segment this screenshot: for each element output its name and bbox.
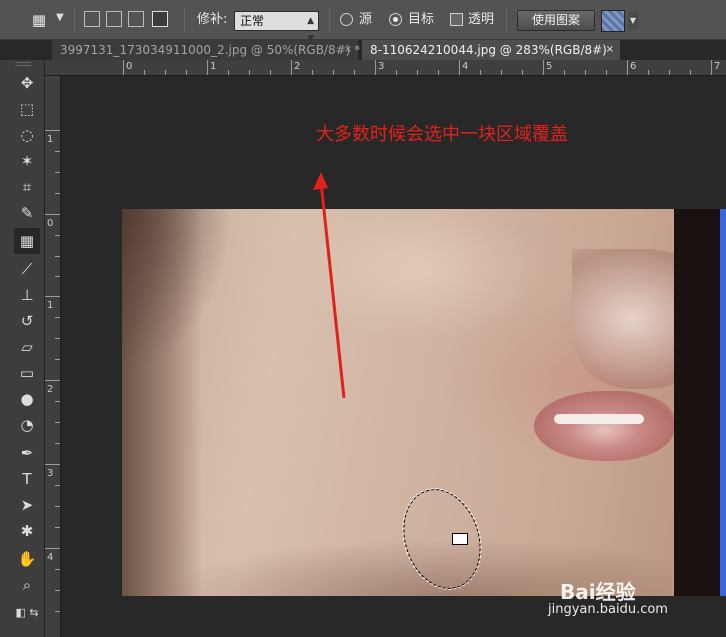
document-tab-bar: 3997131_173034911000_2.jpg @ 50%(RGB/8#)… — [0, 40, 726, 60]
source-radio[interactable] — [340, 13, 353, 26]
close-icon[interactable]: × — [344, 40, 352, 60]
ruler-label: 4 — [462, 61, 469, 72]
lasso-tool-icon[interactable]: ◌ — [14, 122, 40, 148]
gradient-tool-icon[interactable]: ▭ — [14, 360, 40, 386]
crop-tool-icon[interactable]: ⌗ — [14, 174, 40, 200]
ruler-tick — [45, 464, 60, 465]
ruler-tick — [375, 60, 376, 75]
add-to-selection-button[interactable] — [106, 11, 122, 27]
vertical-ruler: 1 0 1 2 3 4 — [45, 76, 61, 637]
hand-tool-icon[interactable]: ✋ — [14, 546, 40, 572]
document-canvas[interactable] — [61, 76, 726, 637]
move-tool-icon[interactable]: ✥ — [14, 70, 40, 96]
ruler-tick — [45, 130, 60, 131]
path-selection-tool-icon[interactable]: ➤ — [14, 492, 40, 518]
marquee-tool-icon[interactable]: ⬚ — [14, 96, 40, 122]
ruler-label: 3 — [47, 468, 54, 479]
divider — [506, 8, 507, 32]
transparent-checkbox[interactable] — [450, 13, 463, 26]
ruler-tick — [45, 548, 60, 549]
destination-radio[interactable] — [389, 13, 402, 26]
intersect-selection-button[interactable] — [152, 11, 168, 27]
type-tool-icon[interactable]: T — [14, 466, 40, 492]
ruler-tick — [459, 60, 460, 75]
divider — [184, 8, 185, 32]
ruler-tick — [45, 380, 60, 381]
patch-label: 修补: — [197, 12, 228, 27]
transparent-label: 透明 — [468, 12, 495, 27]
ruler-label: 0 — [47, 218, 54, 229]
photoshop-window: ▦ ▼ 修补: 正常 ▲ ▼ 源 目标 透明 使用图案 ▼ 3997131_173… — [0, 0, 726, 637]
divider — [329, 8, 330, 32]
ruler-label: 1 — [47, 300, 54, 311]
source-label: 源 — [359, 12, 373, 27]
ruler-label: 7 — [714, 61, 721, 72]
patch-mode-value: 正常 — [240, 14, 265, 28]
brush-tool-icon[interactable]: ⟋ — [14, 256, 40, 282]
ruler-label: 4 — [47, 552, 54, 563]
clone-stamp-tool-icon[interactable]: ⊥ — [14, 282, 40, 308]
pattern-picker-swatch[interactable] — [601, 10, 625, 32]
toolbox-grip[interactable] — [15, 62, 31, 66]
color-swatches-icon[interactable]: ◧ ⇆ — [14, 600, 40, 626]
document-tab-active[interactable]: 8-110624210044.jpg @ 283%(RGB/8#) × — [362, 40, 620, 60]
annotation-arrow-head — [313, 172, 328, 190]
ruler-label: 1 — [210, 61, 217, 72]
ruler-label: 2 — [47, 384, 54, 395]
ruler-label: 2 — [294, 61, 301, 72]
patch-tool-icon[interactable]: ▦ — [14, 228, 40, 254]
toolbox: ✥ ⬚ ◌ ✶ ⌗ ✎ ▦ ⟋ ⊥ ↺ ▱ ▭ ● ◔ ✒ T ➤ ✱ ✋ ⌕ … — [0, 60, 45, 637]
close-icon[interactable]: × — [606, 40, 614, 60]
use-pattern-button[interactable]: 使用图案 — [517, 10, 595, 31]
pen-tool-icon[interactable]: ✒ — [14, 440, 40, 466]
ruler-label: 1 — [47, 134, 54, 145]
history-brush-tool-icon[interactable]: ↺ — [14, 308, 40, 334]
new-selection-button[interactable] — [84, 11, 100, 27]
destination-label: 目标 — [408, 12, 435, 27]
ruler-tick — [711, 60, 712, 75]
dodge-tool-icon[interactable]: ◔ — [14, 412, 40, 438]
annotation-arrow — [313, 172, 346, 399]
ruler-tick — [207, 60, 208, 75]
quick-selection-tool-icon[interactable]: ✶ — [14, 148, 40, 174]
patch-tool-icon[interactable]: ▦ — [28, 10, 50, 30]
ruler-tick — [45, 296, 60, 297]
tab-label: 8-110624210044.jpg @ 283%(RGB/8#) — [370, 43, 607, 57]
divider — [74, 8, 75, 32]
subtract-from-selection-button[interactable] — [128, 11, 144, 27]
baidu-watermark-brand: Bai经验 — [560, 580, 636, 604]
ruler-tick — [627, 60, 628, 75]
baidu-watermark-url: jingyan.baidu.com — [548, 602, 668, 617]
eyedropper-tool-icon[interactable]: ✎ — [14, 200, 40, 226]
horizontal-ruler: 0 1 2 3 4 5 6 7 — [45, 60, 726, 76]
annotation-arrow-shaft — [319, 181, 346, 399]
tool-preset-dropdown-icon[interactable]: ▼ — [56, 12, 64, 23]
ruler-label: 5 — [546, 61, 553, 72]
ruler-label: 0 — [126, 61, 133, 72]
ruler-label: 6 — [630, 61, 637, 72]
tab-label: 3997131_173034911000_2.jpg @ 50%(RGB/8#)… — [60, 43, 361, 57]
patch-mode-select[interactable]: 正常 ▲ ▼ — [234, 11, 319, 44]
ruler-tick — [123, 60, 124, 75]
blur-tool-icon[interactable]: ● — [14, 386, 40, 412]
document-tab[interactable]: 3997131_173034911000_2.jpg @ 50%(RGB/8#)… — [52, 40, 361, 60]
pattern-picker-arrow-icon[interactable]: ▼ — [628, 12, 638, 30]
ruler-label: 3 — [378, 61, 385, 72]
ruler-tick — [45, 214, 60, 215]
zoom-tool-icon[interactable]: ⌕ — [14, 572, 40, 598]
options-bar: ▦ ▼ 修补: 正常 ▲ ▼ 源 目标 透明 使用图案 ▼ — [0, 0, 726, 44]
custom-shape-tool-icon[interactable]: ✱ — [14, 518, 40, 544]
eraser-tool-icon[interactable]: ▱ — [14, 334, 40, 360]
annotation-text: 大多数时候会选中一块区域覆盖 — [316, 124, 568, 145]
ruler-tick — [291, 60, 292, 75]
ruler-tick — [543, 60, 544, 75]
